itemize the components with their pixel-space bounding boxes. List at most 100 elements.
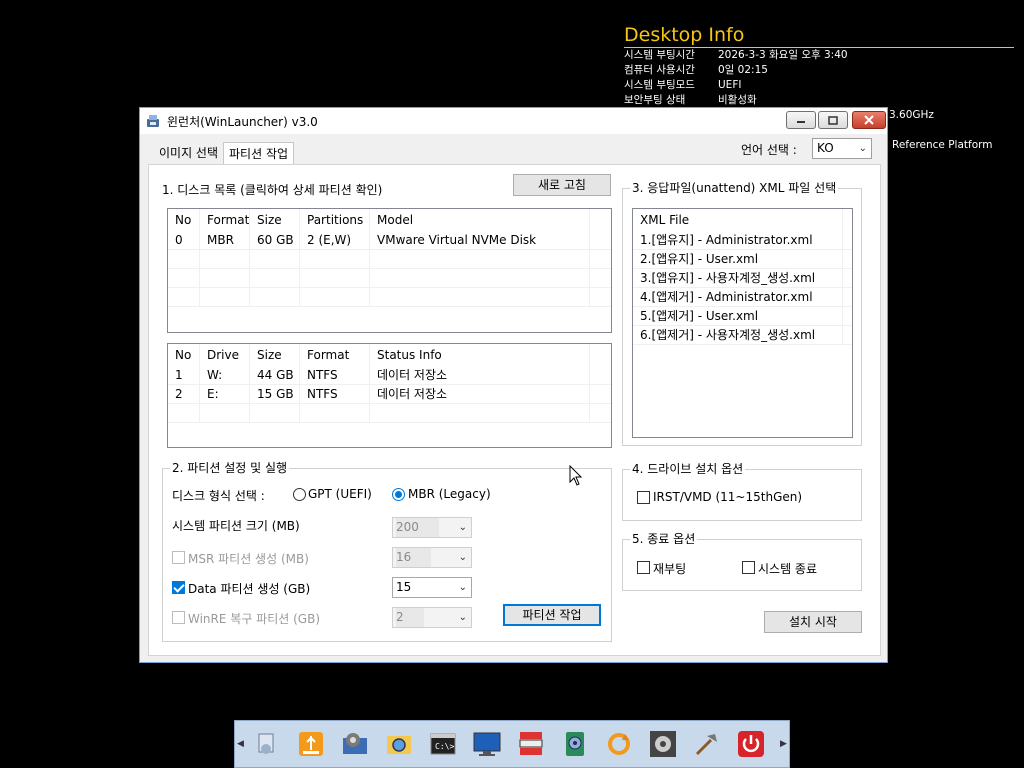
language-select[interactable]: KO ⌄ bbox=[812, 138, 872, 159]
cell: 44 GB bbox=[250, 366, 300, 384]
board-info-fragment: Reference Platform bbox=[892, 139, 993, 151]
gpt-radio[interactable] bbox=[293, 488, 306, 501]
folder-search-icon bbox=[387, 736, 411, 754]
irst-checkbox[interactable] bbox=[637, 491, 650, 504]
close-button[interactable] bbox=[852, 111, 886, 129]
info-value: 0일 02:15 bbox=[718, 64, 768, 76]
chevron-down-icon: ⌄ bbox=[458, 582, 467, 593]
column-header[interactable]: Partitions bbox=[300, 209, 370, 231]
program-icon[interactable] bbox=[252, 729, 282, 759]
usb-drive-icon[interactable] bbox=[296, 729, 326, 759]
run-partition-button[interactable]: 파티션 작업 bbox=[503, 604, 601, 626]
tab-partition-work[interactable]: 파티션 작업 bbox=[223, 142, 295, 164]
cell: 15 GB bbox=[250, 385, 300, 403]
msr-combo: 16 ⌄ bbox=[392, 547, 472, 568]
settings-window-icon bbox=[343, 733, 367, 754]
data-partition-combo[interactable]: 15 ⌄ bbox=[392, 577, 472, 598]
settings-window-icon[interactable] bbox=[340, 729, 370, 759]
scroll-left-icon[interactable]: ◀ bbox=[237, 739, 244, 749]
chevron-down-icon: ⌄ bbox=[458, 522, 467, 533]
refresh-icon[interactable] bbox=[604, 729, 634, 759]
folder-search-icon[interactable] bbox=[384, 729, 414, 759]
tools-icon bbox=[695, 734, 717, 756]
minimize-button[interactable] bbox=[786, 111, 816, 129]
cell: VMware Virtual NVMe Disk bbox=[370, 231, 590, 249]
power-icon bbox=[738, 731, 764, 757]
desktop-info-row: 컴퓨터 사용시간 0일 02:15 bbox=[624, 63, 1014, 78]
winre-label: WinRE 복구 파티션 (GB) bbox=[188, 612, 320, 626]
column-header[interactable]: Format bbox=[200, 209, 250, 231]
command-prompt-icon[interactable]: C:\> bbox=[428, 729, 458, 759]
mouse-cursor-icon bbox=[569, 465, 583, 486]
winre-checkbox[interactable] bbox=[172, 611, 185, 624]
table-row bbox=[168, 404, 611, 423]
cell: 2 bbox=[168, 385, 200, 403]
data-partition-checkbox[interactable] bbox=[172, 581, 185, 594]
column-header[interactable]: No bbox=[168, 209, 200, 231]
xml-item-label: 2.[앱유지] - User.xml bbox=[633, 250, 843, 268]
list-item[interactable]: 6.[앱제거] - 사용자계정_생성.xml bbox=[633, 326, 852, 345]
chevron-down-icon: ⌄ bbox=[458, 612, 467, 623]
gear-icon bbox=[650, 731, 676, 757]
taskbar: ◀ C:\> ▶ bbox=[234, 720, 790, 768]
refresh-button[interactable]: 새로 고침 bbox=[513, 174, 611, 196]
disk-tool-icon[interactable] bbox=[560, 729, 590, 759]
command-prompt-icon: C:\> bbox=[430, 733, 456, 755]
desktop-info-row: 보안부팅 상태 비활성화 bbox=[624, 93, 1014, 108]
minimize-icon bbox=[797, 121, 805, 123]
disk-table[interactable]: No Format Size Partitions Model 0 MBR 60… bbox=[167, 208, 612, 333]
table-row[interactable]: 2 E: 15 GB NTFS 데이터 저장소 bbox=[168, 385, 611, 404]
table-row[interactable]: 0 MBR 60 GB 2 (E,W) VMware Virtual NVMe … bbox=[168, 231, 611, 250]
monitor-icon[interactable] bbox=[472, 729, 502, 759]
refresh-icon bbox=[608, 733, 630, 755]
close-icon bbox=[864, 115, 874, 125]
data-partition-value: 15 bbox=[396, 578, 412, 597]
column-header[interactable]: No bbox=[168, 344, 200, 366]
mbr-radio[interactable] bbox=[392, 488, 405, 501]
table-row bbox=[168, 269, 611, 288]
mbr-label[interactable]: MBR (Legacy) bbox=[408, 487, 491, 501]
table-row[interactable]: 1 W: 44 GB NTFS 데이터 저장소 bbox=[168, 366, 611, 385]
xml-item-label: 3.[앱유지] - 사용자계정_생성.xml bbox=[633, 269, 843, 287]
column-header[interactable]: Format bbox=[300, 344, 370, 366]
partition-table[interactable]: No Drive Size Format Status Info 1 W: 44… bbox=[167, 343, 612, 448]
list-item[interactable]: 3.[앱유지] - 사용자계정_생성.xml bbox=[633, 269, 852, 288]
gpt-label[interactable]: GPT (UEFI) bbox=[308, 487, 372, 501]
cell: 0 bbox=[168, 231, 200, 249]
xml-file-list[interactable]: XML File 1.[앱유지] - Administrator.xml 2.[… bbox=[632, 208, 853, 438]
window-title: 윈런처(WinLauncher) v3.0 bbox=[167, 114, 318, 129]
column-header[interactable]: XML File bbox=[633, 209, 843, 231]
maximize-button[interactable] bbox=[818, 111, 848, 129]
shutdown-checkbox[interactable] bbox=[742, 561, 755, 574]
tab-image-select[interactable]: 이미지 선택 bbox=[154, 142, 223, 164]
install-start-button[interactable]: 설치 시작 bbox=[764, 611, 862, 633]
cell: 데이터 저장소 bbox=[370, 366, 590, 384]
column-header[interactable]: Status Info bbox=[370, 344, 590, 366]
cpu-info-fragment: 3.60GHz bbox=[889, 109, 934, 121]
list-item[interactable]: 4.[앱제거] - Administrator.xml bbox=[633, 288, 852, 307]
table-row bbox=[168, 250, 611, 269]
title-bar[interactable]: 윈런처(WinLauncher) v3.0 bbox=[140, 108, 887, 134]
list-item[interactable]: 5.[앱제거] - User.xml bbox=[633, 307, 852, 326]
cell: NTFS bbox=[300, 366, 370, 384]
msr-checkbox[interactable] bbox=[172, 551, 185, 564]
column-header[interactable]: Size bbox=[250, 209, 300, 231]
winre-combo: 2 ⌄ bbox=[392, 607, 472, 628]
reboot-checkbox[interactable] bbox=[637, 561, 650, 574]
power-icon[interactable] bbox=[736, 729, 766, 759]
column-header[interactable]: Drive bbox=[200, 344, 250, 366]
partition-icon[interactable] bbox=[516, 729, 546, 759]
disk-table-header: No Format Size Partitions Model bbox=[168, 209, 611, 231]
column-header[interactable]: Size bbox=[250, 344, 300, 366]
driver-options-title: 4. 드라이브 설치 옵션 bbox=[630, 461, 746, 477]
partition-settings-title: 2. 파티션 설정 및 실행 bbox=[170, 460, 290, 476]
exit-options-title: 5. 종료 옵션 bbox=[630, 531, 698, 547]
list-item[interactable]: 2.[앱유지] - User.xml bbox=[633, 250, 852, 269]
cell: 데이터 저장소 bbox=[370, 385, 590, 403]
gear-icon[interactable] bbox=[648, 729, 678, 759]
tools-icon[interactable] bbox=[692, 729, 722, 759]
column-header[interactable]: Model bbox=[370, 209, 590, 231]
winlauncher-window: 윈런처(WinLauncher) v3.0 이미지 선택 파티션 작업 언어 선… bbox=[139, 107, 888, 663]
list-item[interactable]: 1.[앱유지] - Administrator.xml bbox=[633, 231, 852, 250]
scroll-right-icon[interactable]: ▶ bbox=[780, 739, 787, 749]
